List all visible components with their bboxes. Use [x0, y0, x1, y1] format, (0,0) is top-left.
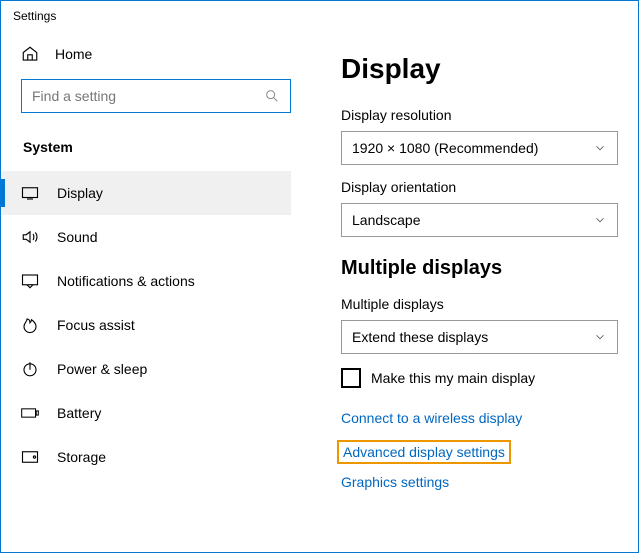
chevron-down-icon: [593, 330, 607, 344]
sound-icon: [21, 229, 39, 245]
notifications-icon: [21, 273, 39, 289]
content: Home System Display Sound: [1, 23, 638, 550]
nav-label: Focus assist: [57, 317, 135, 333]
nav-item-display[interactable]: Display: [1, 171, 291, 215]
main-display-checkbox[interactable]: Make this my main display: [341, 368, 618, 388]
storage-icon: [21, 450, 39, 464]
category-heading: System: [21, 139, 291, 155]
search-box[interactable]: [21, 79, 291, 113]
display-icon: [21, 186, 39, 200]
nav-list: Display Sound Notifications & actions Fo…: [1, 171, 291, 479]
link-graphics-settings[interactable]: Graphics settings: [341, 474, 449, 490]
nav-label: Battery: [57, 405, 101, 421]
checkbox-box: [341, 368, 361, 388]
chevron-down-icon: [593, 213, 607, 227]
multiple-displays-label: Multiple displays: [341, 296, 618, 312]
nav-label: Power & sleep: [57, 361, 147, 377]
home-icon: [21, 45, 39, 63]
link-connect-wireless[interactable]: Connect to a wireless display: [341, 410, 522, 426]
page-title: Display: [341, 53, 618, 85]
home-label: Home: [55, 46, 92, 62]
home-button[interactable]: Home: [21, 45, 291, 63]
nav-label: Display: [57, 185, 103, 201]
nav-item-notifications[interactable]: Notifications & actions: [1, 259, 291, 303]
link-advanced-display[interactable]: Advanced display settings: [337, 440, 511, 464]
orientation-value: Landscape: [352, 212, 421, 228]
nav-item-sound[interactable]: Sound: [1, 215, 291, 259]
window-title: Settings: [1, 1, 638, 23]
nav-item-battery[interactable]: Battery: [1, 391, 291, 435]
chevron-down-icon: [593, 141, 607, 155]
resolution-label: Display resolution: [341, 107, 618, 123]
nav-label: Sound: [57, 229, 97, 245]
nav-label: Notifications & actions: [57, 273, 195, 289]
nav-item-storage[interactable]: Storage: [1, 435, 291, 479]
multiple-displays-value: Extend these displays: [352, 329, 488, 345]
search-icon: [264, 88, 280, 104]
resolution-select[interactable]: 1920 × 1080 (Recommended): [341, 131, 618, 165]
nav-item-focus-assist[interactable]: Focus assist: [1, 303, 291, 347]
focus-assist-icon: [21, 316, 39, 334]
orientation-select[interactable]: Landscape: [341, 203, 618, 237]
orientation-label: Display orientation: [341, 179, 618, 195]
main-panel: Display Display resolution 1920 × 1080 (…: [311, 23, 638, 550]
multiple-displays-heading: Multiple displays: [341, 257, 618, 280]
resolution-value: 1920 × 1080 (Recommended): [352, 140, 538, 156]
multiple-displays-select[interactable]: Extend these displays: [341, 320, 618, 354]
sidebar: Home System Display Sound: [1, 23, 311, 550]
search-input[interactable]: [32, 88, 264, 104]
nav-label: Storage: [57, 449, 106, 465]
nav-item-power-sleep[interactable]: Power & sleep: [1, 347, 291, 391]
power-icon: [21, 360, 39, 378]
battery-icon: [21, 407, 39, 419]
checkbox-label: Make this my main display: [371, 370, 535, 386]
